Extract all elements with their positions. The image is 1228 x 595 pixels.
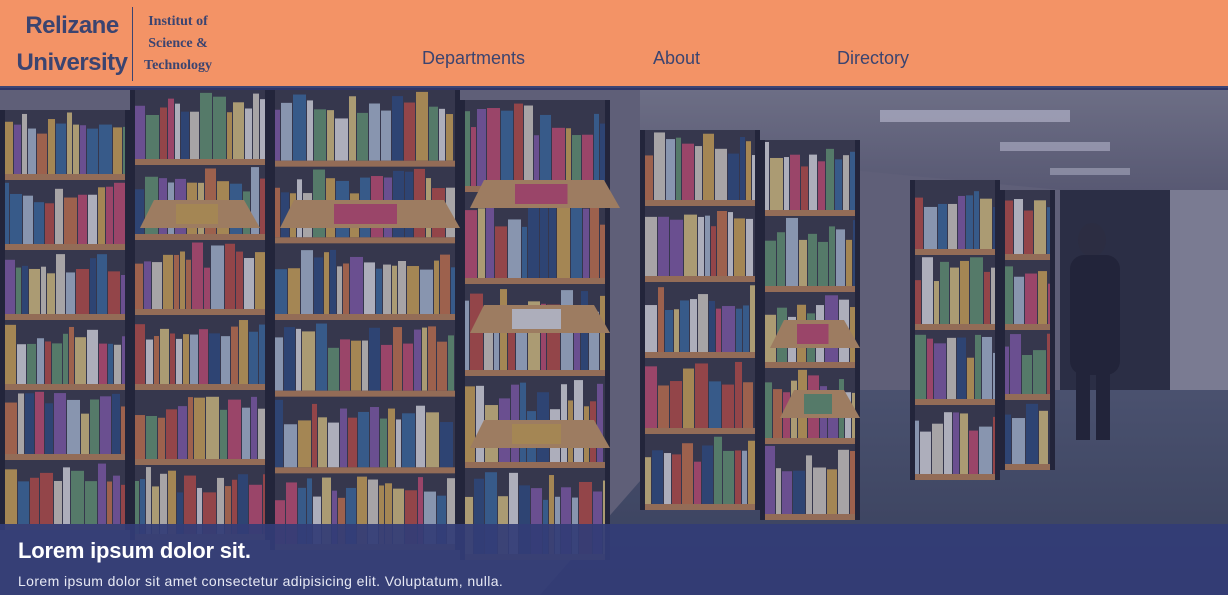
brand-divider — [132, 7, 133, 81]
brand-logo[interactable]: Relizane University Institut of Science … — [14, 6, 215, 82]
nav-link-departments[interactable]: Departments — [422, 48, 525, 69]
hero-caption: Lorem ipsum dolor sit. Lorem ipsum dolor… — [0, 524, 1228, 595]
nav-link-directory[interactable]: Directory — [837, 48, 909, 69]
brand-name: Relizane University — [16, 12, 128, 76]
caption-title: Lorem ipsum dolor sit. — [18, 538, 251, 563]
brand-subtitle: Institut of Science & Technology — [144, 14, 212, 73]
site-header: Relizane University Institut of Science … — [0, 0, 1228, 88]
hero-image — [0, 90, 1228, 595]
nav-link-about[interactable]: About — [653, 48, 700, 69]
library-illustration — [0, 90, 1228, 595]
caption-text: Lorem ipsum dolor sit amet consectetur a… — [18, 573, 504, 589]
